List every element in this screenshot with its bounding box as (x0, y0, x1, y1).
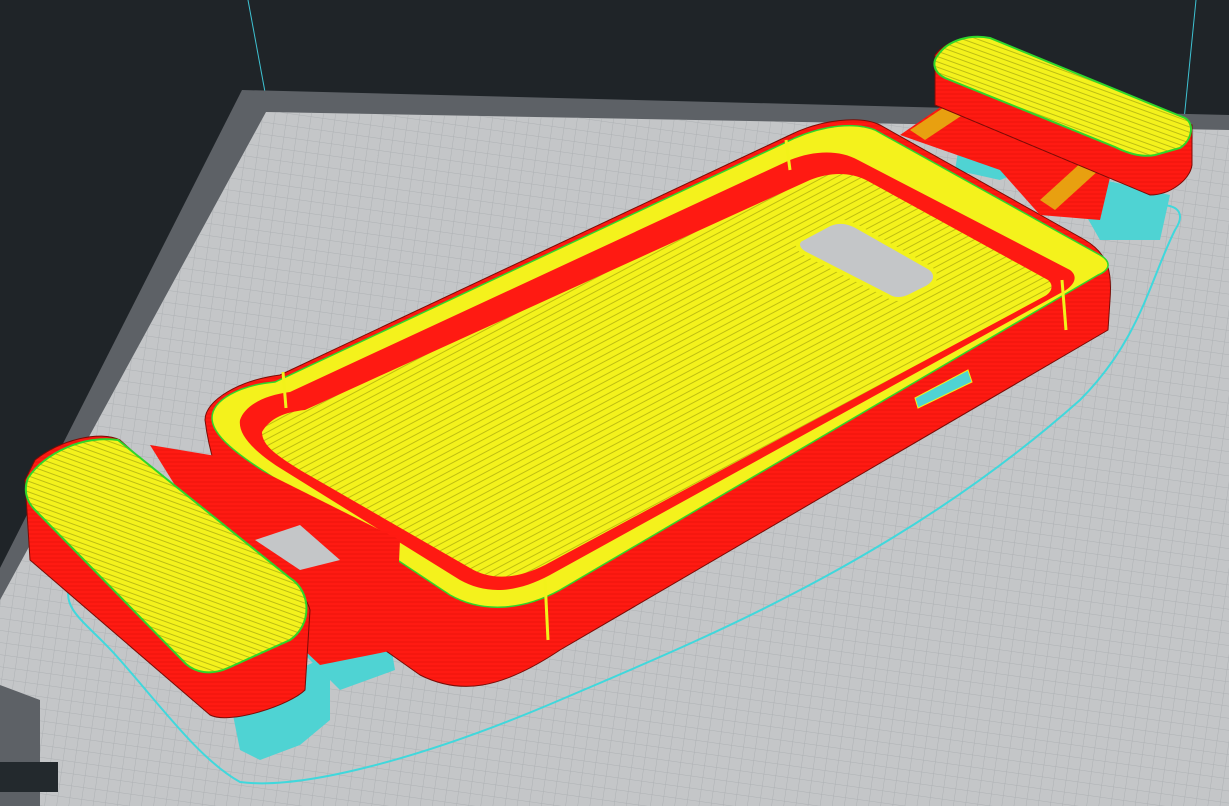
3d-viewport[interactable] (0, 0, 1229, 806)
build-volume-edge-right (1183, 0, 1197, 121)
view-orientation-panel[interactable] (0, 762, 58, 792)
build-volume-edge-left (247, 0, 266, 93)
